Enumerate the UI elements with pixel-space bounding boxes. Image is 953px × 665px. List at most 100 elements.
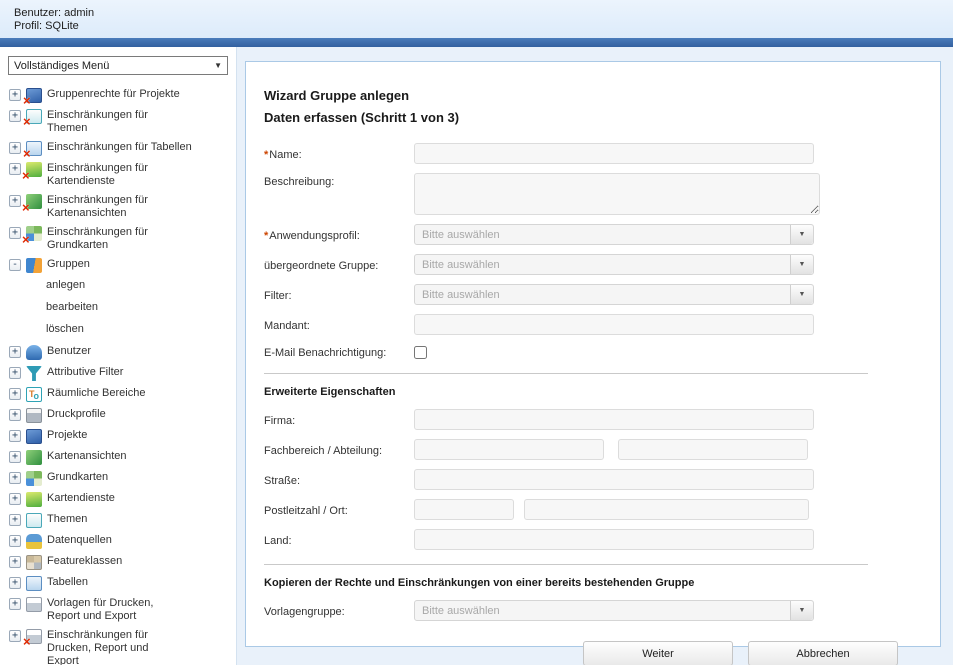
sidebar-item-label: Druckprofile: [47, 407, 106, 420]
profile-label: Profil: SQLite: [14, 20, 953, 33]
expand-icon[interactable]: +: [9, 430, 21, 442]
sidebar: Vollständiges Menü ▼ + Gruppenrechte für…: [0, 47, 237, 665]
sidebar-item-kartendienste[interactable]: + Kartendienste: [9, 491, 236, 507]
expand-icon[interactable]: +: [9, 493, 21, 505]
sidebar-item-gruppen-anlegen[interactable]: anlegen: [9, 278, 236, 291]
chevron-down-icon[interactable]: ▼: [790, 225, 813, 244]
expand-icon[interactable]: +: [9, 556, 21, 568]
sidebar-item-einschraenkungen-kartenansichten[interactable]: + Einschränkungen für Kartenansichten: [9, 193, 236, 220]
filter-select[interactable]: Bitte auswählen ▼: [414, 284, 814, 305]
collapse-icon[interactable]: -: [9, 259, 21, 271]
basemaps-restriction-icon: [26, 226, 42, 241]
abbrechen-button[interactable]: Abbrechen: [748, 641, 898, 665]
sidebar-item-einschraenkungen-grundkarten[interactable]: + Einschränkungen für Grundkarten: [9, 225, 236, 252]
firma-input[interactable]: [414, 409, 814, 430]
sidebar-item-druckprofile[interactable]: + Druckprofile: [9, 407, 236, 423]
abteilung-input[interactable]: [618, 439, 808, 460]
sidebar-item-featureklassen[interactable]: + Featureklassen: [9, 554, 236, 570]
sidebar-item-gruppen-loeschen[interactable]: löschen: [9, 322, 236, 335]
top-header: Benutzer: admin Profil: SQLite: [0, 0, 953, 38]
vorlagengruppe-select[interactable]: Bitte auswählen ▼: [414, 600, 814, 621]
anwendungsprofil-select[interactable]: Bitte auswählen ▼: [414, 224, 814, 245]
sidebar-item-label: anlegen: [46, 278, 85, 291]
menu-dropdown-value: Vollständiges Menü: [14, 60, 109, 72]
mandant-label: Mandant:: [264, 317, 414, 332]
expand-icon[interactable]: +: [9, 142, 21, 154]
print-templates-icon: [26, 597, 42, 612]
sidebar-item-label: Einschränkungen für Drucken, Report und …: [47, 628, 181, 665]
fachbereich-abteilung-label: Fachbereich / Abteilung:: [264, 442, 414, 457]
name-label: *Name:: [264, 146, 414, 161]
mapservices-restriction-icon: [26, 162, 42, 177]
sidebar-item-label: Einschränkungen für Kartendienste: [47, 161, 159, 188]
firma-label: Firma:: [264, 412, 414, 427]
sidebar-item-raeumliche-bereiche[interactable]: + Räumliche Bereiche: [9, 386, 236, 402]
fachbereich-input[interactable]: [414, 439, 604, 460]
expand-icon[interactable]: +: [9, 472, 21, 484]
basemaps-icon: [26, 471, 42, 486]
sidebar-item-label: Grundkarten: [47, 470, 108, 483]
beschreibung-textarea[interactable]: [414, 173, 820, 215]
sidebar-item-label: Gruppen: [47, 257, 90, 270]
expand-icon[interactable]: +: [9, 451, 21, 463]
land-input[interactable]: [414, 529, 814, 550]
chevron-down-icon[interactable]: ▼: [790, 285, 813, 304]
menu-dropdown[interactable]: Vollständiges Menü ▼: [8, 56, 228, 75]
sidebar-item-datenquellen[interactable]: + Datenquellen: [9, 533, 236, 549]
expand-icon[interactable]: +: [9, 163, 21, 175]
expand-icon[interactable]: +: [9, 227, 21, 239]
expand-icon[interactable]: +: [9, 630, 21, 642]
strasse-input[interactable]: [414, 469, 814, 490]
expand-icon[interactable]: +: [9, 89, 21, 101]
sidebar-item-gruppen-bearbeiten[interactable]: bearbeiten: [9, 300, 236, 313]
expand-icon[interactable]: +: [9, 346, 21, 358]
beschreibung-label: Beschreibung:: [264, 173, 414, 188]
sidebar-item-label: Kartenansichten: [47, 449, 127, 462]
sidebar-item-einschraenkungen-themen[interactable]: + Einschränkungen für Themen: [9, 108, 236, 135]
tables-icon: [26, 576, 42, 591]
expand-icon[interactable]: +: [9, 367, 21, 379]
sidebar-item-label: Einschränkungen für Themen: [47, 108, 159, 135]
sidebar-item-kartenansichten[interactable]: + Kartenansichten: [9, 449, 236, 465]
sidebar-item-einschraenkungen-kartendienste[interactable]: + Einschränkungen für Kartendienste: [9, 161, 236, 188]
chevron-down-icon[interactable]: ▼: [790, 255, 813, 274]
expand-icon[interactable]: +: [9, 577, 21, 589]
sidebar-item-label: löschen: [46, 322, 84, 335]
postleitzahl-ort-label: Postleitzahl / Ort:: [264, 502, 414, 517]
expand-icon[interactable]: +: [9, 514, 21, 526]
sidebar-item-tabellen[interactable]: + Tabellen: [9, 575, 236, 591]
sidebar-item-einschraenkungen-drucken[interactable]: + Einschränkungen für Drucken, Report un…: [9, 628, 236, 665]
expand-icon[interactable]: +: [9, 535, 21, 547]
weiter-button[interactable]: Weiter: [583, 641, 733, 665]
sidebar-item-themen[interactable]: + Themen: [9, 512, 236, 528]
sidebar-item-grundkarten[interactable]: + Grundkarten: [9, 470, 236, 486]
sidebar-item-label: Datenquellen: [47, 533, 112, 546]
sidebar-item-projekte[interactable]: + Projekte: [9, 428, 236, 444]
sidebar-item-gruppen[interactable]: - Gruppen: [9, 257, 236, 273]
selected-value: Bitte auswählen: [422, 605, 500, 617]
expand-icon[interactable]: +: [9, 110, 21, 122]
chevron-down-icon[interactable]: ▼: [790, 601, 813, 620]
name-input[interactable]: [414, 143, 814, 164]
expand-icon[interactable]: +: [9, 598, 21, 610]
sidebar-item-label: Einschränkungen für Grundkarten: [47, 225, 159, 252]
expand-icon[interactable]: +: [9, 409, 21, 421]
section-divider: [264, 373, 868, 374]
sidebar-item-label: Themen: [47, 512, 87, 525]
ort-input[interactable]: [524, 499, 809, 520]
sidebar-item-label: Featureklassen: [47, 554, 122, 567]
filter-icon: [26, 366, 42, 381]
uebergeordnete-gruppe-select[interactable]: Bitte auswählen ▼: [414, 254, 814, 275]
sidebar-item-gruppenrechte-fuer-projekte[interactable]: + Gruppenrechte für Projekte: [9, 87, 236, 103]
email-notification-checkbox[interactable]: [414, 346, 427, 359]
sidebar-item-label: Kartendienste: [47, 491, 115, 504]
sidebar-item-attributive-filter[interactable]: + Attributive Filter: [9, 365, 236, 381]
sidebar-item-vorlagen-drucken[interactable]: + Vorlagen für Drucken, Report und Expor…: [9, 596, 236, 623]
sidebar-item-einschraenkungen-tabellen[interactable]: + Einschränkungen für Tabellen: [9, 140, 236, 156]
mandant-input[interactable]: [414, 314, 814, 335]
uebergeordnete-gruppe-label: übergeordnete Gruppe:: [264, 257, 414, 272]
expand-icon[interactable]: +: [9, 388, 21, 400]
postleitzahl-input[interactable]: [414, 499, 514, 520]
expand-icon[interactable]: +: [9, 195, 21, 207]
sidebar-item-benutzer[interactable]: + Benutzer: [9, 344, 236, 360]
